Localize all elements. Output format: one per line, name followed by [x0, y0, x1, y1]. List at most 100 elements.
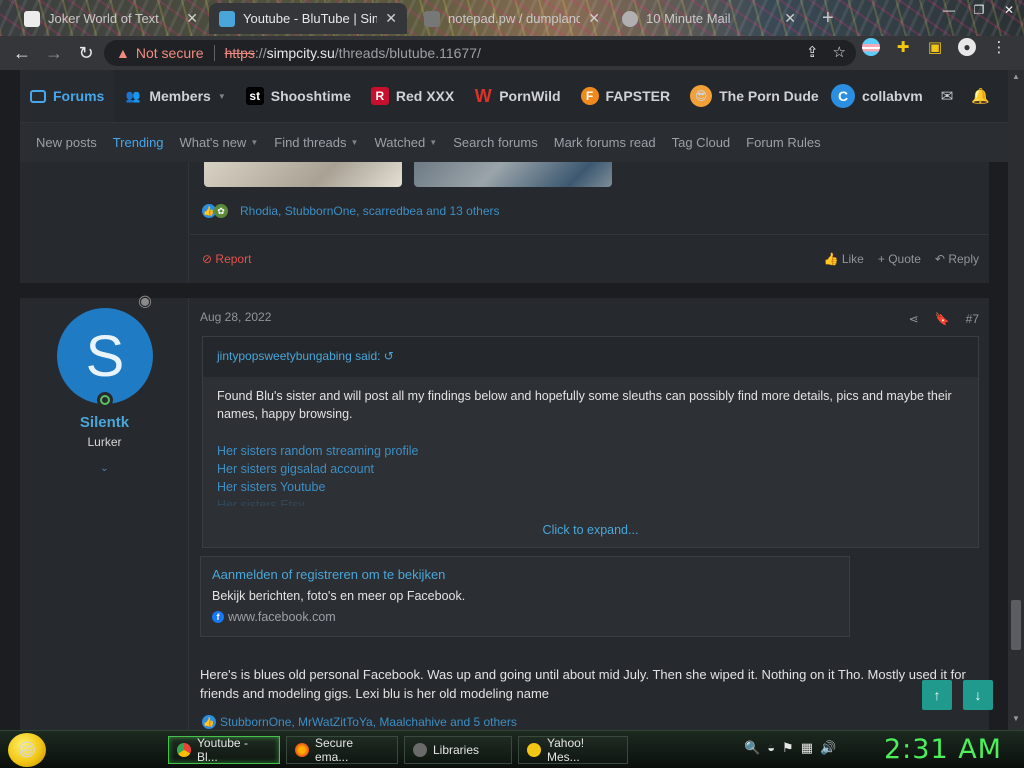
share-icon[interactable]: ⇪: [806, 43, 819, 61]
task-secure-email[interactable]: Secure ema...: [286, 736, 398, 764]
post-permalink[interactable]: #7: [966, 312, 979, 326]
menu-kebab-icon[interactable]: ⋮: [990, 38, 1008, 56]
bookmark-star-icon[interactable]: ☆: [833, 43, 846, 61]
maximize-icon[interactable]: ❐: [964, 0, 994, 20]
like-button[interactable]: 👍 Like: [824, 252, 864, 266]
subnav-find-threads[interactable]: Find threads ▼: [266, 135, 366, 150]
task-youtube-chrome[interactable]: Youtube - Bl...: [168, 736, 280, 764]
fapster-logo-icon: F: [580, 87, 599, 105]
subnav-search-forums[interactable]: Search forums: [445, 135, 546, 150]
page-scrollbar[interactable]: ▲ ▼: [1008, 70, 1024, 730]
warning-triangle-icon[interactable]: ▲: [116, 45, 130, 61]
start-button-smiley-icon[interactable]: 😄: [8, 733, 46, 767]
back-icon[interactable]: ←: [6, 37, 38, 69]
sidebar-panel-icon[interactable]: ▣: [926, 38, 944, 56]
simpcity-favicon-icon: [219, 10, 235, 27]
action-center-flag-icon[interactable]: ⚑: [782, 740, 794, 756]
post-reactions[interactable]: 👍 ✿ Rhodia, StubbornOne, scarredbea and …: [202, 204, 500, 218]
window-controls: — ❐ ✕: [934, 0, 1024, 22]
subnav-new-posts[interactable]: New posts: [28, 135, 105, 150]
post-actions-bar: ⊘ Report 👍 Like + Quote ↶ Reply: [190, 234, 989, 283]
post-body: Here's is blues old personal Facebook. W…: [200, 667, 966, 701]
task-yahoo-messenger[interactable]: Yahoo! Mes...: [518, 736, 628, 764]
url-host: simpcity.su: [266, 45, 335, 61]
url-separator: ://: [254, 45, 267, 61]
trans-flag-extension-icon[interactable]: [862, 38, 880, 56]
attachment-thumbnail[interactable]: [204, 162, 402, 187]
taskbar-clock[interactable]: 2:31 AM: [884, 734, 1002, 765]
subnav-forum-rules[interactable]: Forum Rules: [738, 135, 828, 150]
address-bar[interactable]: ▲ Not secure https://simpcity.su/threads…: [104, 40, 856, 66]
alerts-bell-icon[interactable]: 🔔: [971, 87, 990, 105]
share-icon[interactable]: ⋖: [909, 312, 919, 326]
search-icon[interactable]: 🔍: [744, 740, 760, 756]
task-libraries[interactable]: Libraries: [404, 736, 512, 764]
attachment-thumbnail[interactable]: [414, 162, 612, 187]
subnav-watched[interactable]: Watched ▼: [366, 135, 445, 150]
quote-link[interactable]: Her sisters Etsy: [217, 496, 964, 506]
reply-button[interactable]: ↶ Reply: [935, 252, 979, 266]
puzzle-extensions-icon[interactable]: ✚: [894, 38, 912, 56]
scroll-down-arrow-icon[interactable]: ▼: [1008, 714, 1024, 728]
nav-red-xxx[interactable]: R Red XXX: [361, 70, 464, 122]
chevron-down-icon: ▼: [250, 138, 259, 147]
chat-status-icon[interactable]: ◒: [767, 740, 775, 756]
close-tab-icon[interactable]: ✕: [588, 10, 600, 27]
embed-title[interactable]: Aanmelden of registreren om te bekijken: [212, 567, 838, 582]
scroll-to-bottom-button[interactable]: ↓: [963, 680, 993, 710]
nav-members[interactable]: 👥 Members ▼: [114, 70, 235, 122]
click-to-expand-link[interactable]: Click to expand...: [203, 523, 978, 537]
extension-icons: ✚ ▣ ● ⋮: [862, 38, 1008, 56]
subnav-trending[interactable]: Trending: [105, 135, 172, 150]
chevron-down-icon: ▼: [429, 138, 438, 147]
post-date[interactable]: Aug 28, 2022: [200, 310, 271, 324]
quote-link[interactable]: Her sisters gigsalad account: [217, 460, 964, 478]
link-preview-embed[interactable]: Aanmelden of registreren om te bekijken …: [200, 556, 850, 637]
subnav-tag-cloud[interactable]: Tag Cloud: [664, 135, 739, 150]
subnav-whats-new[interactable]: What's new ▼: [172, 135, 267, 150]
quote-author[interactable]: jintypopsweetybungabing said:: [217, 349, 380, 363]
nav-forums[interactable]: Forums: [20, 70, 115, 122]
user-avatar[interactable]: S: [57, 308, 153, 404]
tab-blutube[interactable]: Youtube - BluTube | Simp ✕: [209, 3, 407, 34]
nav-the-porn-dude[interactable]: 😎 The Porn Dude: [680, 70, 829, 122]
windows-taskbar: 😄 Youtube - Bl... Secure ema... Librarie…: [0, 730, 1024, 768]
scroll-up-arrow-icon[interactable]: ▲: [1008, 72, 1024, 86]
close-tab-icon[interactable]: ✕: [186, 10, 198, 27]
close-tab-icon[interactable]: ✕: [784, 10, 796, 27]
inbox-envelope-icon[interactable]: ✉: [941, 87, 954, 105]
not-secure-label[interactable]: Not secure: [136, 45, 204, 61]
expand-user-info-icon[interactable]: ⌄: [20, 463, 189, 474]
subnav-mark-forums-read[interactable]: Mark forums read: [546, 135, 664, 150]
post-reactions[interactable]: 👍 StubbornOne, MrWatZitToYa, Maalchahive…: [202, 715, 517, 729]
tab-10-minute-mail[interactable]: 10 Minute Mail ✕: [612, 3, 806, 34]
quote-link[interactable]: Her sisters random streaming profile: [217, 442, 964, 460]
forward-icon[interactable]: →: [38, 37, 70, 69]
new-tab-button[interactable]: +: [812, 3, 842, 34]
close-window-icon[interactable]: ✕: [994, 0, 1024, 20]
report-button[interactable]: ⊘ Report: [202, 252, 251, 266]
profile-avatar-icon[interactable]: ●: [958, 38, 976, 56]
quote-header[interactable]: jintypopsweetybungabing said: ↺: [203, 337, 978, 377]
reload-icon[interactable]: ↻: [70, 37, 102, 69]
network-icon[interactable]: ▦: [801, 740, 813, 756]
volume-icon[interactable]: 🔊: [820, 740, 836, 756]
post-user-column: S Silentk Lurker ⌄: [20, 298, 189, 730]
nav-shooshtime[interactable]: st Shooshtime: [236, 70, 361, 122]
tab-joker-world[interactable]: Joker World of Text ✕: [14, 3, 208, 34]
minimize-icon[interactable]: —: [934, 0, 964, 20]
close-tab-icon[interactable]: ✕: [385, 10, 397, 27]
scroll-to-top-button[interactable]: ↑: [922, 680, 952, 710]
scrollbar-thumb[interactable]: [1011, 600, 1021, 650]
user-account-menu[interactable]: C collabvm: [831, 70, 923, 122]
post-username[interactable]: Silentk: [20, 414, 189, 431]
bookmark-icon[interactable]: 🔖: [935, 312, 950, 326]
tab-notepad[interactable]: notepad.pw / dumpland ✕: [414, 3, 610, 34]
jump-to-quote-icon[interactable]: ↺: [384, 349, 394, 363]
nav-fapster[interactable]: F FAPSTER: [571, 70, 681, 122]
quote-link[interactable]: Her sisters Youtube: [217, 478, 964, 496]
quote-button[interactable]: + Quote: [878, 252, 921, 266]
nav-pornwild[interactable]: W PornWild: [464, 70, 570, 122]
quote-body: Found Blu's sister and will post all my …: [203, 377, 978, 516]
chevron-down-icon: ▼: [350, 138, 359, 147]
